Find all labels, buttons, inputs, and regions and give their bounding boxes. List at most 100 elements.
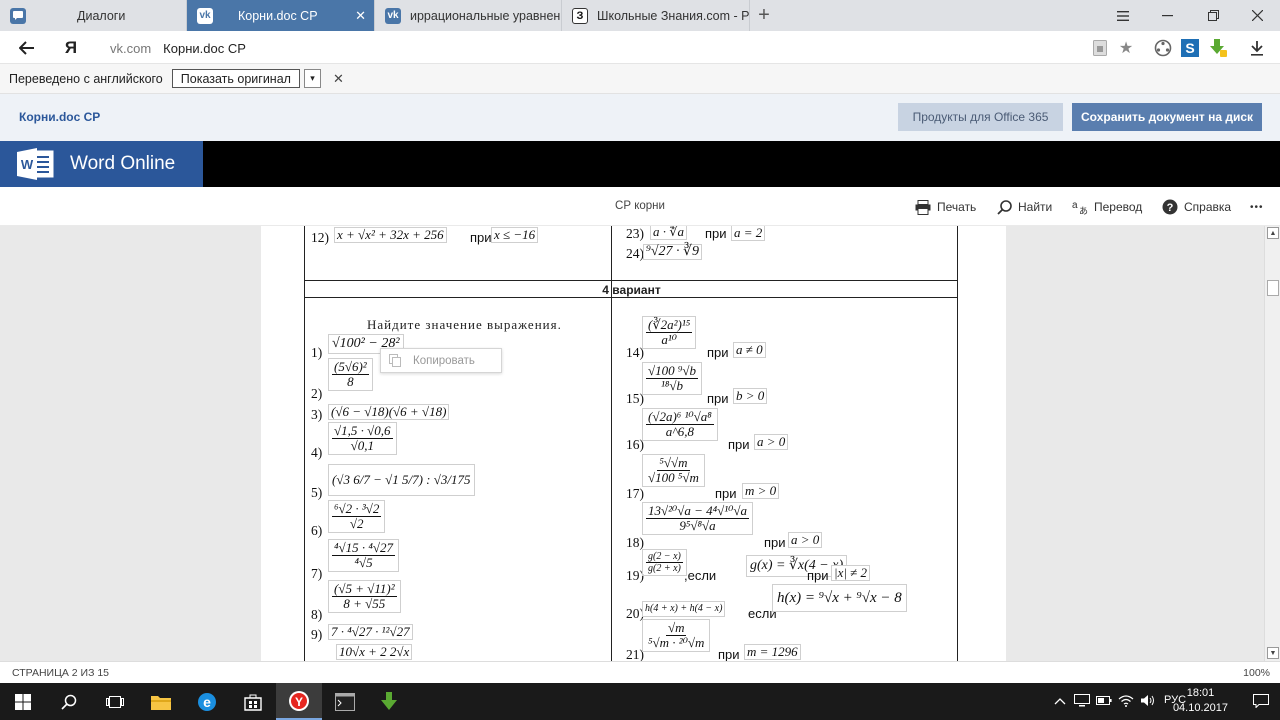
document-title[interactable]: СР корни [600,200,680,212]
dialogs-icon [10,7,26,24]
math-expression: a · ∜a [650,226,688,240]
minimize-icon[interactable] [1144,0,1190,31]
vk-icon: vk [197,7,213,24]
show-original-button[interactable]: Показать оригинал [171,69,300,88]
exercise-number: 9) [311,627,323,642]
scrollbar-thumb[interactable] [1267,280,1279,296]
svg-text:W: W [21,157,34,172]
task-instruction: Найдите значение выражения. [367,317,562,332]
office-365-products-button[interactable]: Продукты для Office 365 [898,103,1063,131]
save-to-disk-button[interactable]: Сохранить документ на диск [1072,103,1262,131]
condition-word: при [707,345,729,360]
url-domain: vk.com [110,40,152,56]
windows-start-icon[interactable] [0,683,46,720]
tab-korni-doc[interactable]: vk Корни.doc СР ✕ [187,0,375,31]
chevron-up-icon[interactable] [1054,694,1066,708]
clock-date: 04.10.2017 [1172,702,1228,714]
yandex-browser-icon[interactable]: Y [276,683,322,720]
bookmark-star-icon[interactable]: ★ [1114,36,1138,60]
exercise-number: 5) [311,485,323,500]
document-page: 12) x + √x² + 32x + 256 при x ≤ −16 23) … [261,226,1006,661]
help-button[interactable]: ? Справка [1162,198,1231,216]
exercise-number: 3) [311,407,323,422]
math-fraction: √100 ⁹√b ¹⁸√b [642,362,703,395]
copy-icon [389,354,401,367]
search-icon[interactable] [46,683,92,720]
table-row-divider [304,297,958,298]
download-icon[interactable] [1245,36,1269,60]
clock-time: 18:01 [1186,687,1215,699]
print-label: Печать [937,200,977,214]
condition-word: при [705,226,727,241]
condition-word: при [707,391,729,406]
condition-word: при [718,647,740,661]
page-indicator: СТРАНИЦА 2 ИЗ 15 [12,667,110,679]
tab-label: иррациональные уравнени [410,8,562,23]
notifications-icon[interactable] [1253,694,1269,711]
condition-word: ,если [684,568,717,583]
word-online-logo[interactable]: W Word Online [0,141,203,187]
utorrent-extension-icon[interactable] [1206,36,1230,60]
math-condition: |x| ≠ 2 [831,565,871,581]
exercise-number: 8) [311,607,323,622]
tab-irrational-equations[interactable]: vk иррациональные уравнени [375,0,562,31]
language-dropdown-button[interactable]: ▾ [303,69,321,88]
close-tab-icon[interactable]: ✕ [355,8,366,24]
document-header-bar: Корни.doc СР Продукты для Office 365 Сох… [0,94,1280,141]
terminal-icon[interactable] [322,683,368,720]
zoom-level[interactable]: 100% [1243,667,1270,679]
tab-label: Школьные Знания.com - Ре [597,8,750,23]
extensions-icon[interactable] [1151,36,1175,60]
wifi-icon[interactable] [1118,694,1134,710]
math-condition: a = 2 [731,226,766,241]
search-icon [997,199,1012,215]
tab-znanija[interactable]: З Школьные Знания.com - Ре [562,0,750,31]
close-translate-bar-icon[interactable]: ✕ [333,71,344,87]
translate-button[interactable]: aあ Перевод [1072,198,1142,216]
math-expression: x + √x² + 32x + 256 [334,227,447,243]
vertical-scrollbar[interactable]: ▲ ▼ [1264,226,1280,661]
battery-icon[interactable] [1096,694,1112,709]
edge-browser-icon[interactable]: e [184,683,230,720]
skype-s-icon[interactable]: S [1178,36,1202,60]
math-fraction: ⁵√√m √100 ⁵√m [642,454,705,487]
help-label: Справка [1184,200,1232,214]
close-window-icon[interactable] [1234,0,1280,31]
volume-icon[interactable] [1140,694,1156,710]
protect-icon[interactable] [1088,36,1112,60]
utorrent-icon[interactable] [366,683,412,720]
math-condition: m = 1296 [744,644,801,660]
print-button[interactable]: Печать [915,198,976,216]
more-options-button[interactable]: ••• [1250,198,1264,216]
address-bar: Я vk.com Корни.doc СР ★ S [0,31,1280,64]
tab-dialogs[interactable]: Диалоги [0,0,187,31]
svg-text:?: ? [1167,202,1174,214]
clock[interactable]: 18:01 04.10.2017 [1173,686,1228,716]
math-fraction: √1,5 · √0,6 √0,1 [328,422,397,455]
back-arrow-icon[interactable] [15,36,39,60]
restore-icon[interactable] [1190,0,1236,31]
math-fraction: (√5 + √11)² 8 + √55 [328,580,401,613]
translated-from-label: Переведено с английского [9,71,163,86]
store-icon[interactable] [230,683,276,720]
find-button[interactable]: Найти [997,198,1052,216]
url-field[interactable]: vk.com Корни.doc СР [100,35,1140,61]
exercise-number: 12) [311,230,329,245]
math-expression: h(4 + x) + h(4 − x) [642,601,726,617]
condition-word: при [764,535,786,550]
math-fraction: √m ⁵√m · ²⁰√m [642,619,711,652]
math-expression: (√3 6/7 − √1 5/7) : √3/175 [328,464,475,496]
menu-icon[interactable] [1100,0,1146,31]
new-tab-button[interactable]: + [750,0,778,31]
device-icon[interactable] [1074,694,1090,710]
scroll-up-arrow-icon[interactable]: ▲ [1267,227,1279,239]
copy-context-popup[interactable]: Копировать [380,348,502,373]
yandex-logo-icon[interactable]: Я [59,36,83,60]
url-page-title: Корни.doc СР [163,40,246,56]
math-condition: b > 0 [733,388,768,404]
scroll-down-arrow-icon[interactable]: ▼ [1267,647,1279,659]
file-explorer-icon[interactable] [138,683,184,720]
task-view-icon[interactable] [92,683,138,720]
variant-heading: 4 вариант [602,283,661,297]
document-name: Корни.doc СР [19,110,101,124]
